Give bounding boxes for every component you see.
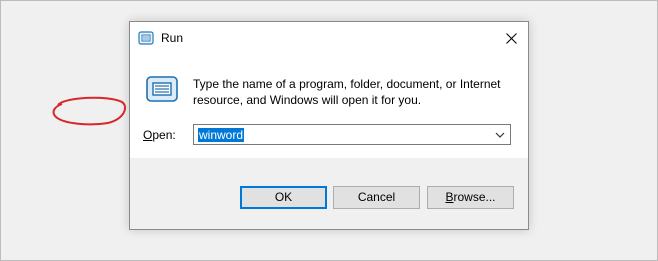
dialog-footer: OK Cancel Browse...	[130, 158, 528, 229]
window-title: Run	[161, 31, 184, 45]
run-app-icon	[138, 31, 154, 45]
browse-mnemonic: B	[445, 190, 454, 204]
open-label-mnemonic: O	[143, 128, 153, 142]
run-dialog: Run Type the name of a program, folder, …	[129, 21, 529, 230]
dialog-description: Type the name of a program, folder, docu…	[193, 77, 501, 107]
dialog-body: Type the name of a program, folder, docu…	[130, 54, 528, 158]
open-label: Open:	[143, 128, 176, 142]
close-button[interactable]	[494, 22, 528, 54]
ok-button[interactable]: OK	[240, 186, 327, 209]
open-input[interactable]: winword	[198, 128, 245, 142]
browse-label: rowse...	[453, 190, 496, 204]
cancel-button[interactable]: Cancel	[333, 186, 420, 209]
run-app-icon	[146, 76, 178, 102]
close-icon	[505, 32, 517, 44]
open-combobox[interactable]: winword	[193, 124, 511, 145]
title-bar[interactable]: Run	[130, 22, 528, 54]
browse-button[interactable]: Browse...	[427, 186, 514, 209]
open-label-text: pen:	[152, 128, 176, 142]
chevron-down-icon[interactable]	[494, 128, 506, 142]
